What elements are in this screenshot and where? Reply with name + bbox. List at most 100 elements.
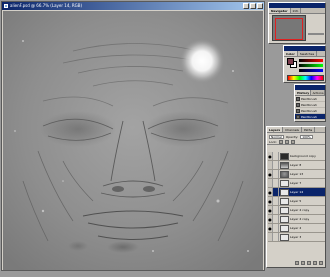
link-column[interactable] — [274, 224, 279, 232]
tab-info[interactable]: Info — [291, 8, 302, 13]
navigator-view-box[interactable] — [275, 18, 303, 40]
layer-name: Layer 8 — [290, 163, 302, 167]
link-column[interactable] — [274, 170, 279, 178]
lock-image-icon[interactable] — [284, 139, 289, 144]
tab-actions[interactable]: Actions — [311, 90, 325, 95]
layer-row[interactable]: ● background copy — [268, 152, 325, 161]
layer-name: Layer 5 — [290, 199, 302, 203]
history-panel: History Actions Paintbrush Paintbrush Pa… — [294, 84, 326, 122]
navigator-panel: Navigator Info — [268, 2, 326, 44]
new-set-icon[interactable] — [307, 261, 311, 265]
link-column[interactable] — [274, 206, 279, 214]
green-slider[interactable] — [299, 64, 323, 67]
layer-row[interactable]: ● Layer 4 — [268, 224, 325, 233]
close-button[interactable] — [257, 3, 263, 9]
eye-icon[interactable]: ● — [268, 197, 273, 205]
eye-icon[interactable] — [268, 179, 273, 187]
color-panel: Color Swatches — [283, 45, 326, 83]
paintbrush-icon[interactable] — [274, 188, 279, 196]
opacity-input[interactable]: 100% — [300, 134, 313, 139]
history-item-label: Paintbrush — [301, 108, 317, 113]
blue-slider[interactable] — [299, 69, 323, 72]
foreground-color-swatch[interactable] — [287, 58, 294, 65]
document-title: alienF.psd @ 66.7% (Layer 14, RGB) — [10, 3, 83, 8]
opacity-label: Opacity: — [285, 134, 299, 139]
layer-row[interactable]: Layer 7 — [268, 179, 325, 188]
layer-thumbnail — [280, 197, 289, 205]
layer-name: Layer 4 — [290, 226, 302, 230]
color-tabs: Color Swatches — [284, 51, 325, 57]
add-mask-icon[interactable] — [301, 261, 305, 265]
layer-row[interactable]: Layer 8 — [268, 161, 325, 170]
eye-icon[interactable] — [268, 233, 273, 241]
layer-row[interactable]: ● Layer 5 — [268, 197, 325, 206]
link-column[interactable] — [274, 152, 279, 160]
layer-thumbnail — [280, 188, 289, 196]
tab-layers[interactable]: Layers — [267, 127, 284, 132]
history-item-label: Paintbrush — [301, 96, 317, 101]
zoom-slider[interactable] — [308, 33, 324, 35]
lock-label: Lock: — [269, 139, 277, 144]
document-title-bar[interactable]: alienF.psd @ 66.7% (Layer 14, RGB) — [2, 2, 264, 10]
layer-name: background copy — [290, 154, 316, 158]
layer-row[interactable]: ● Layer 4 copy — [268, 206, 325, 215]
layers-panel: Layers Channels Paths Normal Opacity: 10… — [266, 126, 326, 268]
color-spectrum-bar[interactable] — [287, 75, 324, 81]
tab-paths[interactable]: Paths — [302, 127, 316, 132]
paintbrush-icon — [296, 114, 300, 119]
tab-navigator[interactable]: Navigator — [269, 8, 291, 13]
red-slider[interactable] — [299, 59, 323, 62]
eye-icon[interactable] — [268, 161, 273, 169]
lock-position-icon[interactable] — [290, 139, 295, 144]
tab-color[interactable]: Color — [284, 51, 298, 56]
layer-row[interactable]: Layer 3 — [268, 233, 325, 242]
maximize-button[interactable] — [250, 3, 256, 9]
layer-thumbnail — [280, 179, 289, 187]
layer-name: Layer 3 — [290, 235, 302, 239]
link-column[interactable] — [274, 215, 279, 223]
photoshop-workspace: alienF.psd @ 66.7% (Layer 14, RGB) Navig… — [0, 0, 330, 277]
image-canvas[interactable] — [3, 11, 263, 270]
layer-name: Layer 7 — [290, 181, 302, 185]
layer-row[interactable]: ● Layer 13 — [268, 170, 325, 179]
tab-history[interactable]: History — [295, 90, 311, 95]
link-column[interactable] — [274, 197, 279, 205]
alien-face-image — [3, 11, 263, 270]
eye-icon[interactable]: ● — [268, 215, 273, 223]
layer-thumbnail — [280, 215, 289, 223]
layer-name: Layer 14 — [290, 190, 304, 194]
eye-icon[interactable]: ● — [268, 188, 273, 196]
window-controls — [243, 3, 263, 9]
eye-icon[interactable]: ● — [268, 224, 273, 232]
blend-mode-select[interactable]: Normal — [269, 134, 284, 139]
paintbrush-icon — [296, 102, 300, 107]
layer-thumbnail — [280, 170, 289, 178]
paintbrush-icon — [296, 108, 300, 113]
history-item-selected[interactable]: Paintbrush — [295, 114, 325, 120]
layer-name: Layer 4 copy — [290, 217, 310, 221]
add-layer-style-icon[interactable] — [295, 261, 299, 265]
eye-icon[interactable]: ● — [268, 152, 273, 160]
layer-row-selected[interactable]: ● Layer 14 — [268, 188, 325, 197]
layer-name: Layer 4 copy — [290, 208, 310, 212]
eye-icon[interactable]: ● — [268, 206, 273, 214]
eye-icon[interactable]: ● — [268, 170, 273, 178]
minimize-button[interactable] — [243, 3, 249, 9]
tab-channels[interactable]: Channels — [283, 127, 302, 132]
link-column[interactable] — [274, 161, 279, 169]
navigator-preview[interactable] — [272, 15, 306, 41]
new-layer-icon[interactable] — [313, 261, 317, 265]
history-item-label: Paintbrush — [301, 102, 317, 107]
layers-footer — [268, 260, 325, 266]
trash-icon[interactable] — [319, 261, 323, 265]
layer-options: Normal Opacity: 100% Lock: — [267, 133, 325, 145]
link-column[interactable] — [274, 179, 279, 187]
lock-transparency-icon[interactable] — [278, 139, 283, 144]
layer-thumbnail — [280, 206, 289, 214]
paintbrush-icon — [296, 96, 300, 101]
link-column[interactable] — [274, 233, 279, 241]
document-window[interactable]: alienF.psd @ 66.7% (Layer 14, RGB) — [1, 1, 265, 271]
layer-row[interactable]: ● Layer 4 copy — [268, 215, 325, 224]
tab-swatches[interactable]: Swatches — [298, 51, 318, 56]
document-icon — [4, 4, 8, 8]
